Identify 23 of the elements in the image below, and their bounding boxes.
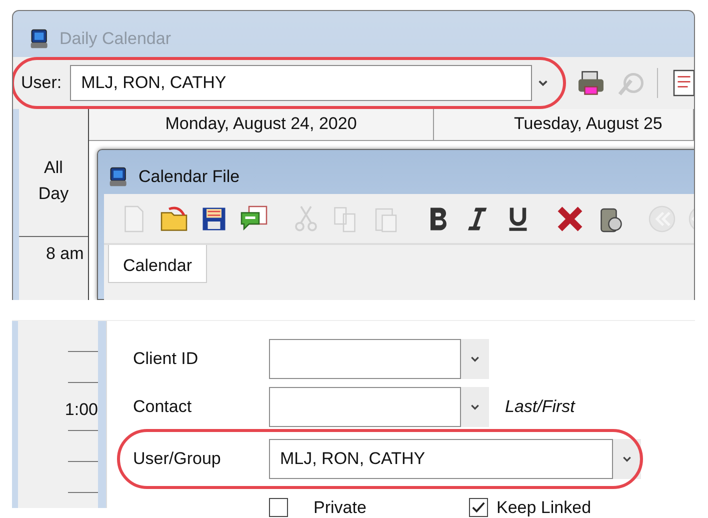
field-label: Contact	[133, 396, 193, 418]
input-field[interactable]: MLJ, RON, CATHY	[269, 439, 613, 479]
tab[interactable]: Calendar	[108, 245, 207, 283]
field-label: User/Group	[133, 448, 222, 470]
checkbox[interactable]	[269, 498, 288, 518]
printer-icon[interactable]	[576, 68, 606, 98]
field-hint: Last/First	[505, 396, 575, 418]
day-header: Monday, August 24, 2020	[89, 109, 434, 141]
all-day-label: All Day	[19, 109, 88, 237]
checkbox-label: Private	[314, 497, 366, 518]
input-field[interactable]	[269, 339, 461, 379]
user-combo-field[interactable]: MLJ, RON, CATHY	[70, 65, 532, 101]
field-label: User:	[21, 72, 62, 94]
window-title: Calendar File	[138, 166, 240, 188]
day-header: Tuesday, August 25	[434, 109, 694, 141]
checkbox-label: Keep Linked	[496, 497, 592, 518]
time-label: 8 am	[44, 243, 85, 266]
checkbox[interactable]	[469, 498, 488, 518]
time-label: 1:00	[64, 401, 98, 418]
folder-icon[interactable]	[159, 204, 189, 234]
field-label: Client ID	[133, 348, 200, 370]
input-field[interactable]	[269, 387, 461, 427]
window-title: Daily Calendar	[60, 28, 171, 50]
